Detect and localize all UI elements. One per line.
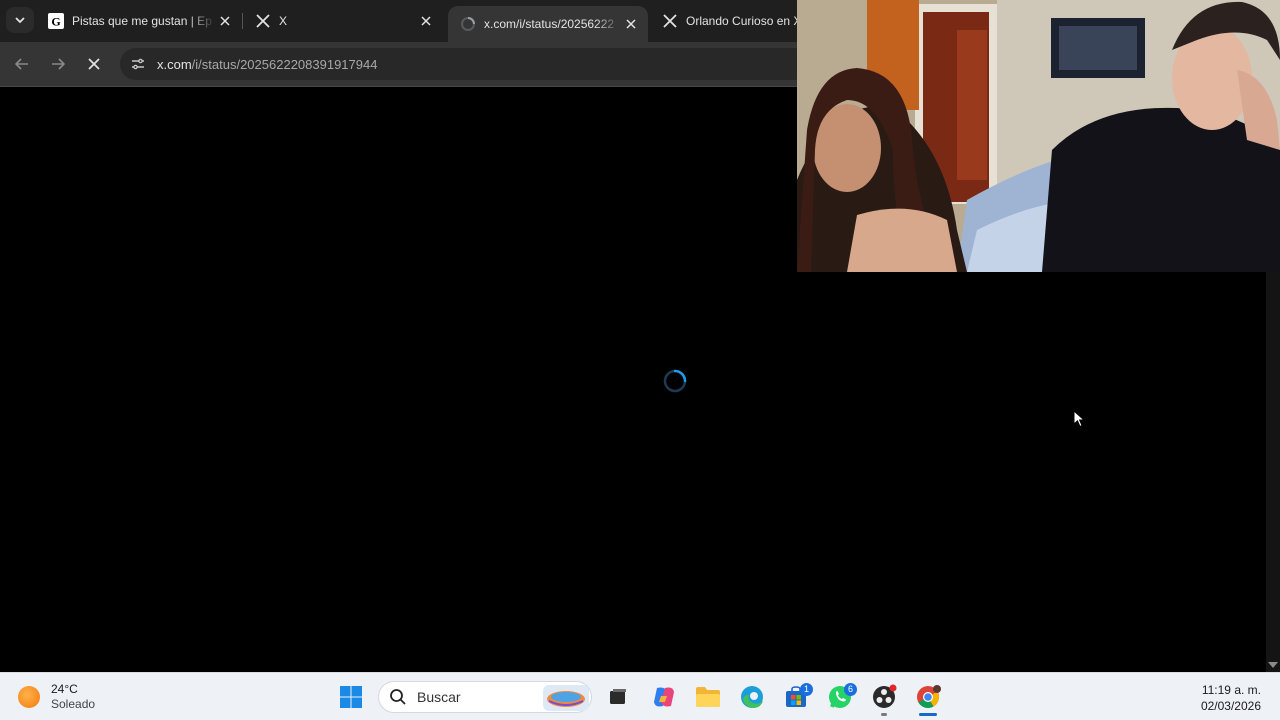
close-icon <box>88 58 100 70</box>
clock-time: 11:19 a. m. <box>1201 683 1261 697</box>
running-indicator <box>881 713 887 716</box>
store-badge: 1 <box>800 683 813 696</box>
forward-arrow-icon <box>52 58 66 70</box>
desktop-screen: G Pistas que me gustan | Ep X x.com/i/st… <box>0 0 1280 720</box>
clock-date: 02/03/2026 <box>1200 699 1261 713</box>
stop-loading-button[interactable] <box>80 50 108 78</box>
edge-icon <box>741 686 763 708</box>
whatsapp-button[interactable]: 6 <box>823 680 857 714</box>
sun-icon <box>18 686 40 708</box>
tab-pistas[interactable]: G Pistas que me gustan | Ep <box>36 4 242 38</box>
tab-search-button[interactable] <box>6 7 34 33</box>
tab-title: x.com/i/status/20256222 <box>484 17 615 31</box>
webcam-feed <box>797 0 1280 272</box>
search-placeholder: Buscar <box>417 689 461 705</box>
close-icon[interactable] <box>417 12 435 30</box>
tab-title: Orlando Curioso en X <box>686 14 797 28</box>
tab-x[interactable]: X <box>243 4 443 38</box>
taskbar-search[interactable]: Buscar <box>378 681 592 713</box>
url-text: x.com/i/status/2025622208391917944 <box>157 57 377 72</box>
url-host: x.com <box>157 56 192 72</box>
genius-icon: G <box>48 13 64 29</box>
loading-icon <box>460 16 476 32</box>
copilot-button[interactable] <box>647 680 681 714</box>
windows-logo-icon <box>340 686 362 708</box>
task-view-icon <box>610 689 626 704</box>
file-explorer-button[interactable] <box>691 680 725 714</box>
back-button[interactable] <box>8 50 36 78</box>
task-view-button[interactable] <box>600 680 634 714</box>
microsoft-store-button[interactable]: 1 <box>779 680 813 714</box>
weather-text: 24°C Soleado <box>51 682 95 712</box>
svg-text:G: G <box>51 15 60 29</box>
tab-title: X <box>279 14 288 28</box>
weather-temperature: 24°C <box>51 682 78 696</box>
back-arrow-icon <box>14 58 28 70</box>
windows-taskbar: 24°C Soleado Buscar 1 6 11:19 a. m. 02/0… <box>0 672 1280 720</box>
chevron-down-icon <box>15 17 25 24</box>
system-clock[interactable]: 11:19 a. m. 02/03/2026 <box>1201 682 1261 714</box>
close-icon[interactable] <box>622 15 640 33</box>
mouse-cursor-icon <box>1073 410 1085 428</box>
tab-title: Pistas que me gustan | Ep <box>72 14 212 28</box>
url-path: /i/status/2025622208391917944 <box>191 56 378 72</box>
start-button[interactable] <box>334 680 368 714</box>
tab-orlando[interactable]: Orlando Curioso en X <box>650 4 797 38</box>
address-bar[interactable]: x.com/i/status/2025622208391917944 <box>120 48 810 80</box>
search-highlight-icon <box>543 685 589 711</box>
site-info-icon[interactable] <box>127 53 149 75</box>
copilot-icon <box>654 687 674 707</box>
weather-description: Soleado <box>51 697 96 711</box>
obs-button[interactable] <box>867 680 901 714</box>
tab-x-status[interactable]: x.com/i/status/20256222 <box>448 6 648 42</box>
x-logo-icon <box>662 13 678 29</box>
chrome-icon <box>917 685 941 708</box>
obs-icon <box>873 684 897 708</box>
edge-button[interactable] <box>735 680 769 714</box>
whatsapp-badge: 6 <box>844 683 857 696</box>
active-indicator <box>919 713 937 716</box>
webcam-overlay <box>797 0 1280 272</box>
close-icon[interactable] <box>216 12 234 30</box>
search-icon <box>390 689 406 705</box>
x-logo-icon <box>255 13 271 29</box>
forward-button[interactable] <box>44 50 72 78</box>
file-explorer-icon <box>696 687 720 707</box>
chrome-button[interactable] <box>911 680 945 714</box>
loading-spinner-icon <box>663 369 687 393</box>
scroll-down-arrow-icon[interactable] <box>1267 659 1279 671</box>
weather-widget[interactable]: 24°C Soleado <box>18 681 95 713</box>
